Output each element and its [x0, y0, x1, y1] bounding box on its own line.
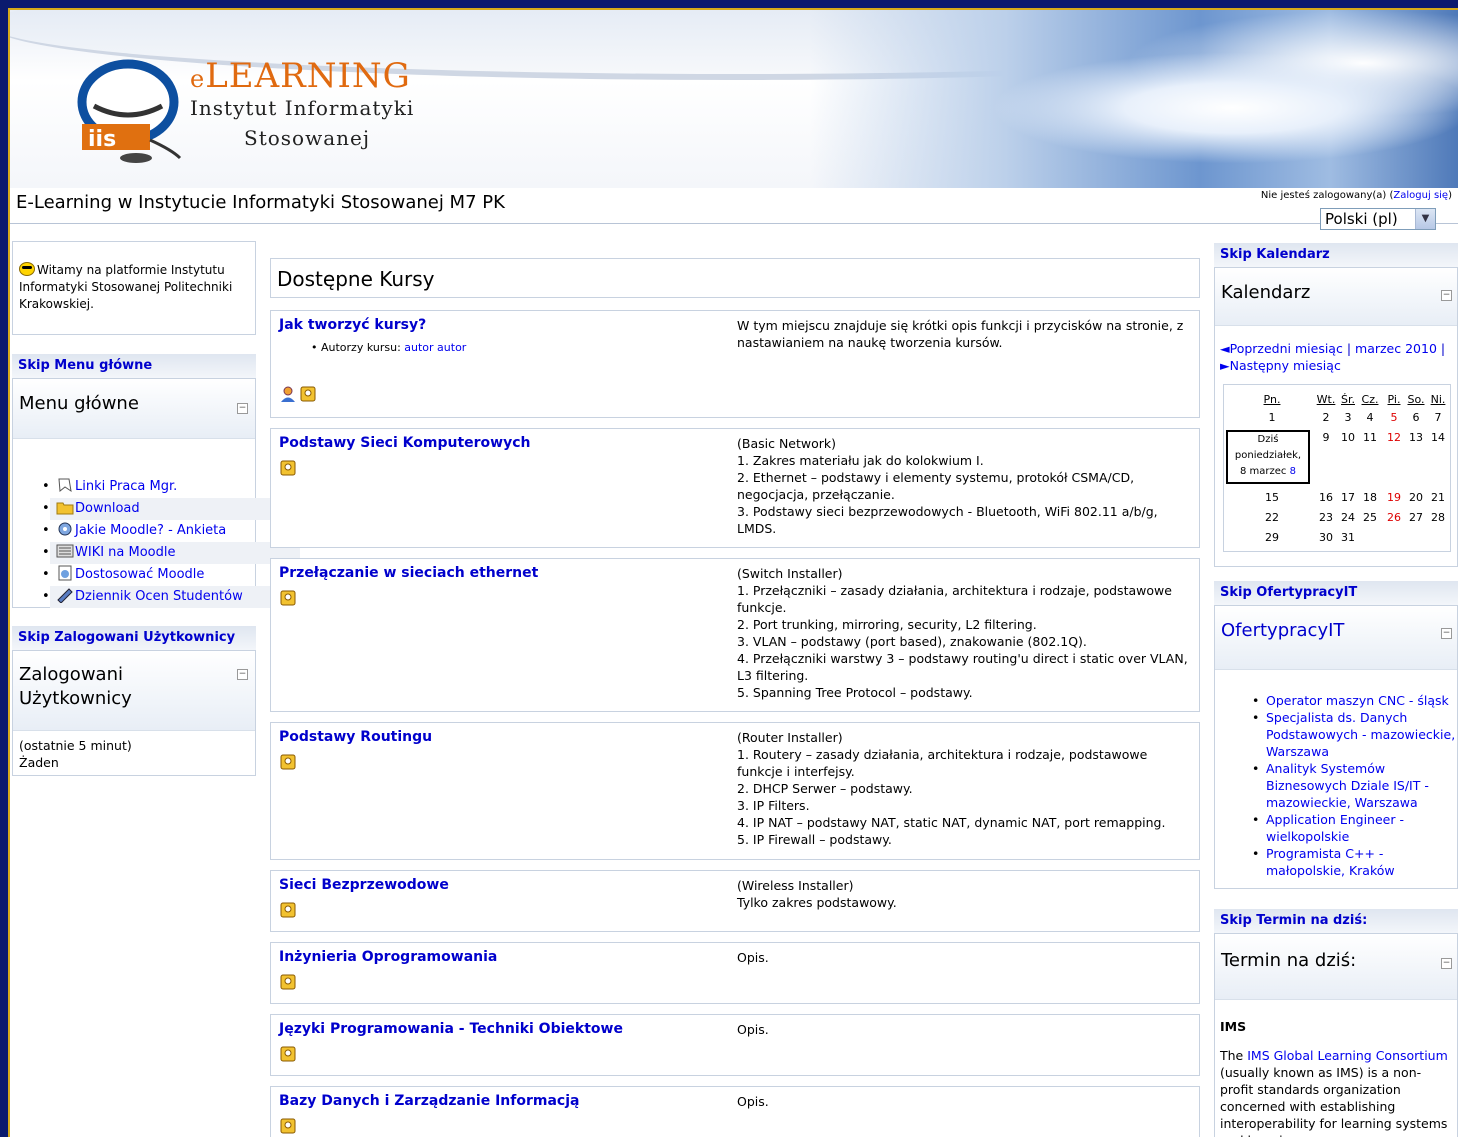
menu-title: Menu główne: [19, 393, 139, 414]
skip-term-link[interactable]: Skip Termin na dziś:: [1214, 909, 1458, 933]
course-box: Jak tworzyć kursy? • Autorzy kursu: auto…: [270, 310, 1200, 418]
list-item[interactable]: Analityk Systemów Biznesowych Dziale IS/…: [1252, 760, 1458, 811]
course-box: Bazy Danych i Zarządzanie Informacją Opi…: [270, 1086, 1200, 1137]
course-link[interactable]: Inżynieria Oprogramowania: [279, 949, 497, 965]
list-item[interactable]: Specjalista ds. Danych Podstawowych - ma…: [1252, 709, 1458, 760]
calendar-nav: ◄Poprzedni miesiąc | marzec 2010 | ►Nast…: [1220, 341, 1446, 373]
jobs-title: OfertypracyIT: [1221, 620, 1345, 641]
main-menu-list: Linki Praca Mgr. Download Jakie Moodle? …: [42, 476, 300, 608]
course-link[interactable]: Sieci Bezprzewodowe: [279, 877, 449, 893]
key-icon: [280, 1046, 296, 1062]
menu-item[interactable]: Linki Praca Mgr.: [42, 476, 300, 498]
key-icon: [280, 974, 296, 990]
course-box: Podstawy Sieci Komputerowych (Basic Netw…: [270, 428, 1200, 548]
key-icon: [280, 460, 296, 476]
bookmark-icon: [58, 478, 72, 493]
iis-logo-icon: iis: [77, 59, 182, 163]
teacher-link[interactable]: autor autor: [404, 341, 466, 354]
guest-access-icon: [281, 386, 295, 402]
term-content: IMS The IMS Global Learning Consortium (…: [1220, 1019, 1448, 1137]
skip-calendar-link[interactable]: Skip Kalendarz: [1214, 243, 1458, 267]
collapse-icon[interactable]: −: [1441, 958, 1452, 969]
svg-text:iis: iis: [88, 127, 116, 152]
collapse-icon[interactable]: −: [237, 403, 248, 414]
key-icon: [280, 1118, 296, 1134]
course-box: Języki Programowania - Techniki Obiektow…: [270, 1014, 1200, 1076]
wiki-icon: [56, 544, 74, 558]
key-icon: [300, 386, 316, 402]
collapse-icon[interactable]: −: [1441, 628, 1452, 639]
chevron-down-icon[interactable]: ▼: [1415, 209, 1435, 229]
menu-item[interactable]: WIKI na Moodle: [42, 542, 300, 564]
key-icon: [280, 590, 296, 606]
page-icon: [58, 565, 72, 581]
login-link[interactable]: Zaloguj się: [1393, 190, 1448, 201]
menu-item[interactable]: Dziennik Ocen Studentów: [42, 586, 300, 608]
survey-icon: [58, 522, 72, 536]
course-box: Przełączanie w sieciach ethernet (Switch…: [270, 558, 1200, 712]
next-month-link[interactable]: ►Następny miesiąc: [1220, 358, 1341, 373]
list-item[interactable]: Programista C++ - małopolskie, Kraków: [1252, 845, 1458, 879]
course-box: Podstawy Routingu (Router Installer) 1. …: [270, 722, 1200, 860]
key-icon: [280, 754, 296, 770]
jobs-list: Operator maszyn CNC - śląsk Specjalista …: [1252, 692, 1458, 879]
course-link[interactable]: Przełączanie w sieciach ethernet: [279, 565, 538, 581]
course-link[interactable]: Bazy Danych i Zarządzanie Informacją: [279, 1093, 579, 1109]
login-info: Nie jesteś zalogowany(a) (Zaloguj się): [1260, 190, 1452, 201]
header-bar: E-Learning w Instytucie Informatyki Stos…: [10, 188, 1458, 230]
smiley-icon: [19, 262, 35, 276]
users-title: Zalogowani Użytkownicy: [19, 664, 132, 709]
pen-icon: [57, 588, 73, 603]
available-courses-header: Dostępne Kursy: [270, 258, 1200, 298]
page-frame: iis eLEARNING Instytut Informatyki Stoso…: [8, 8, 1458, 1137]
collapse-icon[interactable]: −: [237, 669, 248, 680]
banner: iis eLEARNING Instytut Informatyki Stoso…: [10, 10, 1458, 188]
skip-jobs-link[interactable]: Skip OfertypracyIT: [1214, 581, 1458, 605]
course-box: Inżynieria Oprogramowania Opis.: [270, 942, 1200, 1004]
site-title: E-Learning w Instytucie Informatyki Stos…: [16, 192, 505, 213]
ims-link[interactable]: IMS Global Learning Consortium: [1247, 1048, 1448, 1063]
logo-text: eLEARNING Instytut Informatyki Stosowane…: [190, 56, 415, 150]
page-title: Dostępne Kursy: [277, 267, 435, 291]
current-month-link[interactable]: marzec 2010: [1355, 341, 1437, 356]
calendar-title: Kalendarz: [1221, 282, 1311, 303]
language-select[interactable]: Polski (pl) ▼: [1320, 208, 1436, 230]
course-link[interactable]: Języki Programowania - Techniki Obiektow…: [279, 1021, 623, 1037]
skip-menu-link[interactable]: Skip Menu główne: [12, 354, 256, 378]
online-users-block: Zalogowani Użytkownicy − (ostatnie 5 minu…: [12, 650, 256, 776]
collapse-icon[interactable]: −: [1441, 290, 1452, 301]
menu-item[interactable]: Dostosować Moodle: [42, 564, 300, 586]
term-title: Termin na dziś:: [1221, 950, 1357, 971]
course-box: Sieci Bezprzewodowe (Wireless Installer)…: [270, 870, 1200, 932]
welcome-block: Witamy na platformie Instytutu Informaty…: [12, 241, 256, 335]
course-link[interactable]: Podstawy Sieci Komputerowych: [279, 435, 531, 451]
skip-users-link[interactable]: Skip Zalogowani Użytkownicy: [12, 626, 256, 650]
today-cell[interactable]: Dziś poniedziałek, 8 marzec 8: [1226, 430, 1310, 484]
folder-icon: [56, 502, 74, 515]
sky-image: [810, 10, 1458, 188]
menu-item[interactable]: Jakie Moodle? - Ankieta: [42, 520, 300, 542]
list-item[interactable]: Application Engineer - wielkopolskie: [1252, 811, 1458, 845]
key-icon: [280, 902, 296, 918]
prev-month-link[interactable]: ◄Poprzedni miesiąc: [1220, 341, 1343, 356]
course-link[interactable]: Podstawy Routingu: [279, 729, 432, 745]
course-link[interactable]: Jak tworzyć kursy?: [279, 317, 426, 333]
menu-item[interactable]: Download: [42, 498, 300, 520]
list-item[interactable]: Operator maszyn CNC - śląsk: [1252, 692, 1458, 709]
